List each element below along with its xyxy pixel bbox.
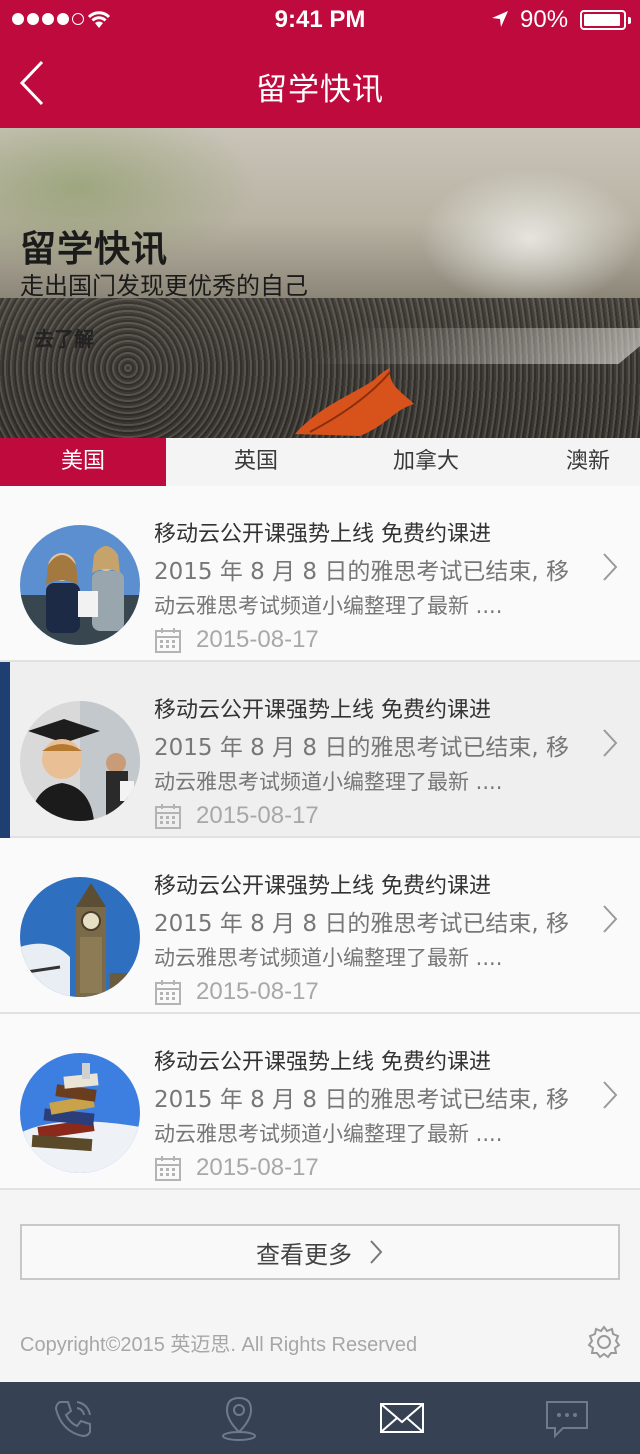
article-summary-line1: 2015 年 8 月 8 日的雅思考试已结束, 移 (154, 1087, 569, 1113)
copyright-text: Copyright©2015 英迈思. All Rights Reserved (20, 1334, 418, 1356)
mail-icon[interactable] (378, 1394, 426, 1442)
selected-marker (0, 662, 10, 838)
article-summary-line2: 动云雅思考试频道小编整理了最新 .... (154, 946, 503, 970)
tab-australia-nz[interactable]: 澳新 (540, 438, 640, 486)
hero-learn-more-link[interactable]: 去了解 (20, 323, 94, 352)
hero-banner[interactable]: 留学快讯 走出国门发现更优秀的自己 去了解 (0, 128, 640, 438)
chevron-right-icon (603, 729, 618, 757)
page-title: 留学快讯 (256, 72, 384, 108)
top-bar: 9:41 PM 90% 留学快讯 (0, 0, 640, 128)
article-summary-line2: 动云雅思考试频道小编整理了最新 .... (154, 594, 503, 618)
article-thumbnail (20, 1053, 140, 1173)
chevron-right-icon (603, 553, 618, 581)
hero-title: 留学快讯 (20, 229, 169, 270)
hero-link-label: 去了解 (34, 327, 94, 351)
article-title: 移动云公开课强势上线 免费约课进 (154, 874, 491, 899)
article-summary-line1: 2015 年 8 月 8 日的雅思考试已结束, 移 (154, 911, 569, 937)
article-summary-line1: 2015 年 8 月 8 日的雅思考试已结束, 移 (154, 559, 569, 585)
caret-right-icon (20, 332, 26, 343)
chat-icon[interactable] (543, 1394, 591, 1442)
article-summary-line2: 动云雅思考试频道小编整理了最新 .... (154, 770, 503, 794)
calendar-icon (155, 628, 181, 653)
list-item[interactable]: 移动云公开课强势上线 免费约课进 2015 年 8 月 8 日的雅思考试已结束,… (0, 1014, 640, 1190)
battery-icon (580, 10, 631, 30)
article-title: 移动云公开课强势上线 免费约课进 (154, 1050, 491, 1075)
tab-usa[interactable]: 美国 (0, 438, 166, 486)
article-date: 2015-08-17 (196, 1154, 319, 1181)
location-arrow-icon (492, 11, 508, 27)
article-summary-line2: 动云雅思考试频道小编整理了最新 .... (154, 1122, 503, 1146)
battery-percent: 90% (520, 6, 569, 33)
chevron-right-icon (603, 905, 618, 933)
calendar-icon (155, 804, 181, 829)
hero-subtitle: 走出国门发现更优秀的自己 (20, 272, 308, 300)
article-title: 移动云公开课强势上线 免费约课进 (154, 522, 491, 547)
list-item[interactable]: 移动云公开课强势上线 免费约课进 2015 年 8 月 8 日的雅思考试已结束,… (0, 838, 640, 1014)
chevron-right-icon (603, 1081, 618, 1109)
tab-uk[interactable]: 英国 (174, 438, 338, 486)
bottom-tab-bar (0, 1382, 640, 1454)
tab-canada[interactable]: 加拿大 (344, 438, 508, 486)
article-summary-line1: 2015 年 8 月 8 日的雅思考试已结束, 移 (154, 735, 569, 761)
article-title: 移动云公开课强势上线 免费约课进 (154, 698, 491, 723)
view-more-button[interactable]: 查看更多 (20, 1224, 620, 1280)
autumn-leaf-image (295, 368, 414, 436)
view-more-label: 查看更多 (256, 1240, 352, 1269)
article-date: 2015-08-17 (196, 802, 319, 829)
calendar-icon (155, 980, 181, 1005)
article-list: 移动云公开课强势上线 免费约课进 2015 年 8 月 8 日的雅思考试已结束,… (0, 486, 640, 1190)
chevron-right-icon (370, 1240, 383, 1264)
article-date: 2015-08-17 (196, 978, 319, 1005)
country-tabs: 美国 英国 加拿大 澳新 (0, 438, 640, 486)
list-item[interactable]: 移动云公开课强势上线 免费约课进 2015 年 8 月 8 日的雅思考试已结束,… (0, 662, 640, 838)
calendar-icon (155, 1156, 181, 1181)
phone-icon[interactable] (50, 1394, 98, 1442)
article-thumbnail (20, 701, 140, 821)
article-thumbnail (20, 877, 140, 997)
status-bar: 9:41 PM 90% (0, 0, 640, 40)
map-pin-icon[interactable] (215, 1394, 263, 1442)
gear-icon[interactable] (586, 1324, 622, 1360)
article-thumbnail (20, 525, 140, 645)
list-item[interactable]: 移动云公开课强势上线 免费约课进 2015 年 8 月 8 日的雅思考试已结束,… (0, 486, 640, 662)
article-date: 2015-08-17 (196, 626, 319, 653)
